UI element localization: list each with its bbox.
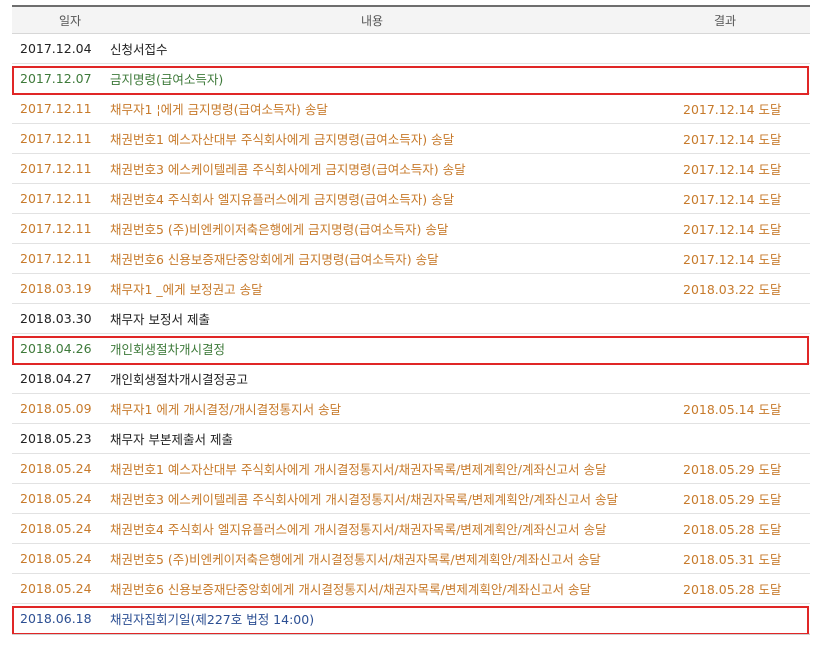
row-date: 2017.12.11 [20,131,92,146]
table-row: 2018.05.24 채권번호3 에스케이텔레콤 주식회사에게 개시결정통지서/채… [12,484,810,514]
header-content: 내용 [360,13,384,28]
header-date: 일자 [58,13,82,28]
row-date: 2018.05.09 [20,401,92,416]
case-progress-table: 일자 내용 결과 2017.12.04 신청서접수 2017.12.07 금지명령(급… [12,5,810,635]
row-result: 2018.05.28 도달 [683,522,782,537]
table-row: 2017.12.11 채무자1 ¦에게 금지명령(급여소득자) 송달 2017.12… [12,94,810,124]
row-content: 채권번호4 주식회사 엘지유플러스에게 개시결정통지서/채권자목록/변제계획안/… [110,522,607,537]
row-date: 2018.06.18 [20,611,92,626]
row-result: 2017.12.14 도달 [683,192,782,207]
table-row: 2017.12.11 채권번호5 (주)비엔케이저축은행에게 금지명령(급여소득자… [12,214,810,244]
row-result: 2018.05.31 도달 [683,552,782,567]
row-date: 2018.05.24 [20,521,92,536]
table-row: 2017.12.11 채권번호4 주식회사 엘지유플러스에게 금지명령(급여소득자… [12,184,810,214]
row-content: 신청서접수 [110,42,168,57]
table-bottom-border [12,634,810,635]
table-row: 2017.12.11 채권번호6 신용보증재단중앙회에게 금지명령(급여소득자) … [12,244,810,274]
row-content: 채권번호3 에스케이텔레콤 주식회사에게 금지명령(급여소득자) 송달 [110,162,466,177]
row-result: 2018.03.22 도달 [683,282,782,297]
table-row: 2018.03.19 채무자1 _에게 보정권고 송달 2018.03.22 도달 [12,274,810,304]
table-row: 2017.12.04 신청서접수 [12,34,810,64]
row-date: 2018.05.23 [20,431,92,446]
table-row: 2018.04.27 개인회생절차개시결정공고 [12,364,810,394]
row-date: 2018.04.27 [20,371,92,386]
row-date: 2018.05.24 [20,581,92,596]
row-result: 2017.12.14 도달 [683,252,782,267]
table-row: 2018.06.18 채권자집회기일(제227호 법정 14:00) [12,604,810,635]
row-content: 채무자 부본제출서 제출 [110,432,233,447]
table-row: 2018.05.24 채권번호4 주식회사 엘지유플러스에게 개시결정통지서/채권… [12,514,810,544]
row-result: 2017.12.14 도달 [683,222,782,237]
table-row: 2018.05.24 채권번호6 신용보증재단중앙회에게 개시결정통지서/채권자목… [12,574,810,604]
row-date: 2018.03.19 [20,281,92,296]
table-row: 2018.05.23 채무자 부본제출서 제출 [12,424,810,454]
row-date: 2017.12.11 [20,251,92,266]
row-date: 2017.12.11 [20,101,92,116]
row-date: 2017.12.07 [20,71,92,86]
row-result: 2018.05.28 도달 [683,582,782,597]
row-result: 2017.12.14 도달 [683,102,782,117]
row-result: 2017.12.14 도달 [683,162,782,177]
table-row: 2017.12.07 금지명령(급여소득자) [12,64,810,95]
row-content: 채권자집회기일(제227호 법정 14:00) [110,612,315,627]
row-content: 채권번호5 (주)비엔케이저축은행에게 금지명령(급여소득자) 송달 [110,222,449,237]
table-header: 일자 내용 결과 [12,5,810,34]
row-content: 개인회생절차개시결정공고 [110,372,249,387]
row-date: 2017.12.11 [20,191,92,206]
row-content: 채권번호5 (주)비엔케이저축은행에게 개시결정통지서/채권자목록/변제계획안/… [110,552,601,567]
row-result: 2017.12.14 도달 [683,132,782,147]
row-content: 채권번호3 에스케이텔레콤 주식회사에게 개시결정통지서/채권자목록/변제계획안… [110,492,618,507]
row-date: 2017.12.04 [20,41,92,56]
row-content: 채무자1 ¦에게 금지명령(급여소득자) 송달 [110,102,328,117]
row-date: 2018.04.26 [20,341,92,356]
row-result: 2018.05.29 도달 [683,462,782,477]
table-row: 2017.12.11 채권번호3 에스케이텔레콤 주식회사에게 금지명령(급여소득… [12,154,810,184]
row-date: 2018.05.24 [20,551,92,566]
row-date: 2017.12.11 [20,221,92,236]
row-content: 채권번호6 신용보증재단중앙회에게 개시결정통지서/채권자목록/변제계획안/계좌… [110,582,592,597]
row-date: 2018.05.24 [20,491,92,506]
row-content: 채무자1 에게 개시결정/개시결정통지서 송달 [110,402,342,417]
row-date: 2017.12.11 [20,161,92,176]
table-row: 2018.05.24 채권번호1 예스자산대부 주식회사에게 개시결정통지서/채권… [12,454,810,484]
table-row: 2017.12.11 채권번호1 예스자산대부 주식회사에게 금지명령(급여소득자… [12,124,810,154]
row-content: 채권번호1 예스자산대부 주식회사에게 개시결정통지서/채권자목록/변제계획안/… [110,462,607,477]
row-content: 채권번호4 주식회사 엘지유플러스에게 금지명령(급여소득자) 송달 [110,192,455,207]
row-content: 채무자1 _에게 보정권고 송달 [110,282,263,297]
row-content: 금지명령(급여소득자) [110,72,224,87]
table-row: 2018.04.26 개인회생절차개시결정 [12,334,810,365]
row-date: 2018.05.24 [20,461,92,476]
row-content: 개인회생절차개시결정 [110,342,226,357]
table-row: 2018.05.09 채무자1 에게 개시결정/개시결정통지서 송달 2018.05… [12,394,810,424]
table-row: 2018.03.30 채무자 보정서 제출 [12,304,810,334]
row-date: 2018.03.30 [20,311,92,326]
row-content: 채권번호6 신용보증재단중앙회에게 금지명령(급여소득자) 송달 [110,252,439,267]
row-content: 채권번호1 예스자산대부 주식회사에게 금지명령(급여소득자) 송달 [110,132,455,147]
table-row: 2018.05.24 채권번호5 (주)비엔케이저축은행에게 개시결정통지서/채권… [12,544,810,574]
header-result: 결과 [713,13,737,28]
row-content: 채무자 보정서 제출 [110,312,210,327]
table-body: 2017.12.04 신청서접수 2017.12.07 금지명령(급여소득자) 2017… [12,34,810,635]
row-result: 2018.05.29 도달 [683,492,782,507]
row-result: 2018.05.14 도달 [683,402,782,417]
